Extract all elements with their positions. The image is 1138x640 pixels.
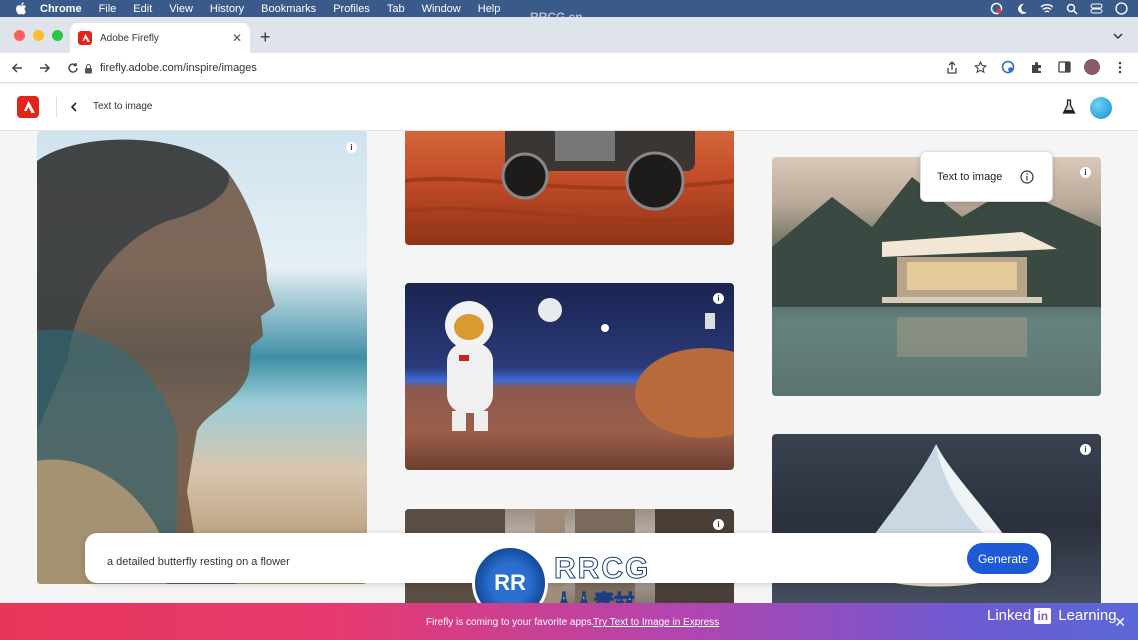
- menu-view[interactable]: View: [169, 3, 193, 15]
- url-text: firefly.adobe.com/inspire/images: [100, 62, 257, 74]
- breadcrumb[interactable]: Text to image: [93, 101, 152, 112]
- gallery-image-astronaut[interactable]: i: [405, 283, 734, 470]
- minimize-window-button[interactable]: [33, 30, 44, 41]
- extension-record-icon[interactable]: [1000, 59, 1016, 75]
- lock-icon[interactable]: [84, 63, 94, 74]
- watermark-title: RRCG: [553, 551, 651, 585]
- window-controls: [14, 30, 63, 41]
- menu-window[interactable]: Window: [422, 3, 461, 15]
- profile-avatar[interactable]: [1084, 59, 1100, 75]
- user-avatar[interactable]: [1090, 97, 1112, 119]
- menu-tab[interactable]: Tab: [387, 3, 405, 15]
- browser-toolbar: firefly.adobe.com/inspire/images: [0, 53, 1138, 83]
- close-tab-icon[interactable]: ✕: [232, 31, 242, 45]
- apple-icon[interactable]: [14, 2, 28, 16]
- tab-search-chevron-icon[interactable]: [1112, 30, 1124, 42]
- prompt-input[interactable]: a detailed butterfly resting on a flower: [107, 556, 290, 568]
- adobe-logo-icon[interactable]: [17, 96, 39, 118]
- reload-icon[interactable]: [66, 61, 80, 75]
- header-divider: [56, 97, 57, 117]
- linkedin-learning-logo: Linked in Learning: [987, 603, 1117, 628]
- menu-chrome[interactable]: Chrome: [40, 3, 82, 15]
- tab-title: Adobe Firefly: [100, 32, 159, 44]
- new-tab-icon[interactable]: +: [260, 28, 271, 46]
- tooltip-label: Text to image: [937, 170, 1003, 183]
- car-shape: [405, 131, 734, 223]
- info-icon[interactable]: i: [346, 142, 357, 153]
- bookmark-star-icon[interactable]: [972, 59, 988, 75]
- gallery-image-vintage-car[interactable]: [405, 131, 734, 245]
- info-icon[interactable]: i: [713, 293, 724, 304]
- menubar-tray: [990, 2, 1128, 15]
- menu-edit[interactable]: Edit: [133, 3, 152, 15]
- extensions-puzzle-icon[interactable]: [1028, 59, 1044, 75]
- toolbar-actions: [944, 59, 1128, 75]
- astronaut-scene: [445, 298, 734, 438]
- moon-icon[interactable]: [1015, 2, 1028, 15]
- banner-link[interactable]: Try Text to Image in Express: [593, 617, 719, 628]
- linkedin-in-icon: in: [1034, 607, 1052, 624]
- side-panel-icon[interactable]: [1056, 59, 1072, 75]
- more-menu-icon[interactable]: [1112, 59, 1128, 75]
- back-chevron-icon[interactable]: [70, 101, 80, 113]
- address-bar[interactable]: firefly.adobe.com/inspire/images: [84, 57, 1004, 79]
- menu-history[interactable]: History: [210, 3, 244, 15]
- menu-file[interactable]: File: [99, 3, 117, 15]
- forward-arrow-icon[interactable]: [38, 61, 52, 75]
- siri-icon[interactable]: [1115, 2, 1128, 15]
- adobe-favicon-icon: [78, 31, 92, 45]
- banner-message: Firefly is coming to your favorite apps.: [426, 617, 595, 628]
- share-icon[interactable]: [944, 59, 960, 75]
- menu-bookmarks[interactable]: Bookmarks: [261, 3, 316, 15]
- record-icon[interactable]: [990, 2, 1003, 15]
- tab-adobe-firefly[interactable]: Adobe Firefly ✕: [70, 23, 250, 53]
- generate-button[interactable]: Generate: [967, 543, 1039, 574]
- info-circle-icon[interactable]: [1020, 170, 1034, 184]
- linkedin-word2: Learning: [1058, 607, 1117, 624]
- info-icon[interactable]: i: [1080, 167, 1091, 178]
- menu-help[interactable]: Help: [478, 3, 501, 15]
- linkedin-word1: Linked: [987, 607, 1032, 624]
- browser-tab-strip: Adobe Firefly ✕ +: [0, 17, 1138, 53]
- wifi-icon[interactable]: [1040, 2, 1053, 15]
- woman-silhouette: [37, 139, 275, 584]
- back-arrow-icon[interactable]: [10, 61, 24, 75]
- info-icon[interactable]: i: [1080, 444, 1091, 455]
- firefly-header: Text to image: [0, 84, 1138, 131]
- gallery-image-woman-ocean[interactable]: i: [37, 131, 367, 584]
- close-window-button[interactable]: [14, 30, 25, 41]
- menu-profiles[interactable]: Profiles: [333, 3, 370, 15]
- text-to-image-tooltip: Text to image: [920, 151, 1053, 202]
- spotlight-search-icon[interactable]: [1065, 2, 1078, 15]
- labs-flask-icon[interactable]: [1062, 99, 1076, 115]
- control-center-icon[interactable]: [1090, 2, 1103, 15]
- promo-banner: Firefly is coming to your favorite apps.…: [0, 603, 1138, 640]
- maximize-window-button[interactable]: [52, 30, 63, 41]
- info-icon[interactable]: i: [713, 519, 724, 530]
